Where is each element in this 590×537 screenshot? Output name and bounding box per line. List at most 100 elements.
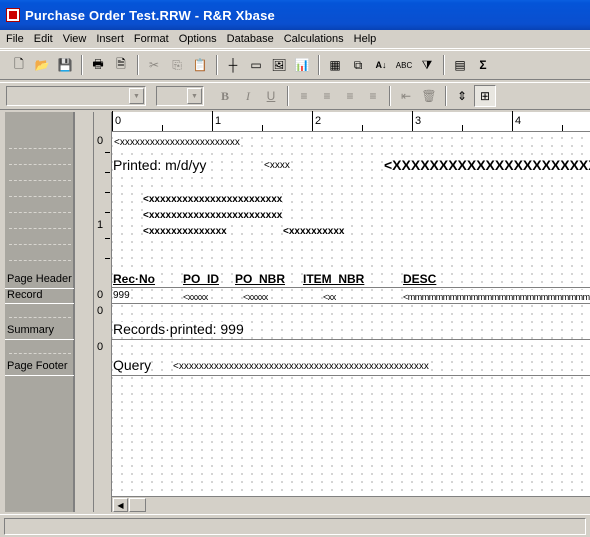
italic-icon[interactable]: I bbox=[237, 85, 259, 107]
print-icon[interactable]: 🖶 bbox=[87, 54, 109, 76]
justify-icon[interactable]: ≡ bbox=[362, 85, 384, 107]
delete-icon[interactable]: 🗑 bbox=[418, 85, 440, 107]
standard-toolbar: 🗋 📂 💾 🖶 🗎 ✂ ⎘ 📋 ┼ ▭ 🖼 📊 ▦ ⧉ A↓ ABC ⧩ ▤ Σ bbox=[0, 50, 590, 80]
relations-icon[interactable]: ⧉ bbox=[347, 54, 369, 76]
band-label-page-footer[interactable]: Page Footer bbox=[7, 360, 68, 372]
ruler-tick bbox=[162, 125, 163, 131]
menu-options[interactable]: Options bbox=[174, 31, 222, 48]
band-divider bbox=[9, 228, 71, 229]
title-field[interactable]: <xxxxxxxxxxxxxxxxxxxxxxxx bbox=[114, 136, 240, 150]
chart-icon[interactable]: 📊 bbox=[291, 54, 313, 76]
font-name-combo[interactable]: ▼ bbox=[6, 86, 146, 106]
scroll-thumb[interactable] bbox=[129, 498, 146, 512]
menu-edit[interactable]: Edit bbox=[29, 31, 58, 48]
vruler-tick bbox=[105, 212, 110, 213]
printed-date-field[interactable]: Printed: m/d/yy bbox=[113, 158, 207, 172]
header-po-nbr[interactable]: PO_NBR bbox=[235, 272, 286, 286]
chevron-down-icon[interactable]: ▼ bbox=[187, 88, 202, 104]
menu-insert[interactable]: Insert bbox=[91, 31, 129, 48]
ruler-number: 3 bbox=[415, 115, 422, 127]
address-line-1-field[interactable]: <xxxxxxxxxxxxxxxxxxxxxxxx bbox=[143, 193, 283, 207]
font-size-combo[interactable]: ▼ bbox=[156, 86, 204, 106]
ruler-tick bbox=[112, 111, 113, 131]
printed-time-field[interactable]: <xxxx bbox=[264, 159, 290, 173]
box-tool-icon[interactable]: ▭ bbox=[245, 54, 267, 76]
ruler-number: 1 bbox=[215, 115, 222, 127]
vruler-number: 0 bbox=[97, 341, 104, 353]
query-label[interactable]: Query bbox=[113, 358, 152, 372]
filter-icon[interactable]: ⧩ bbox=[416, 54, 438, 76]
menu-file[interactable]: File bbox=[0, 31, 29, 48]
new-icon[interactable]: 🗋 bbox=[8, 54, 30, 76]
summary-records-printed-field[interactable]: Records·printed: 999 bbox=[113, 322, 244, 336]
picture-icon[interactable]: 🖼 bbox=[268, 54, 290, 76]
copy-icon[interactable]: ⎘ bbox=[166, 54, 188, 76]
grid-icon[interactable]: ⊞ bbox=[474, 85, 496, 107]
toolbar-separator bbox=[318, 55, 320, 75]
app-icon[interactable] bbox=[6, 8, 20, 22]
band-divider bbox=[9, 196, 71, 197]
vruler-tick bbox=[105, 152, 110, 153]
band-panel: Page Header Record Summary Page Footer bbox=[5, 112, 74, 512]
scroll-left-icon[interactable]: ◀ bbox=[113, 498, 128, 512]
indent-icon[interactable]: ⇤ bbox=[395, 85, 417, 107]
ruler-tick bbox=[412, 111, 413, 131]
header-item-nbr[interactable]: ITEM_NBR bbox=[303, 272, 365, 286]
ruler-tick bbox=[312, 111, 313, 131]
menu-view[interactable]: View bbox=[58, 31, 92, 48]
sort-icon[interactable]: A↓ bbox=[370, 54, 392, 76]
record-desc-field[interactable]: <mmmmmmmmmmmmmmmmmmmmmmmmmm bbox=[403, 290, 590, 304]
record-po-nbr-field[interactable]: <xxxxx bbox=[243, 290, 268, 304]
line-tool-icon[interactable]: ┼ bbox=[222, 54, 244, 76]
band-divider bbox=[9, 164, 71, 165]
table-icon[interactable]: ▦ bbox=[324, 54, 346, 76]
align-center-icon[interactable]: ≡ bbox=[316, 85, 338, 107]
band-separator bbox=[5, 375, 74, 376]
band-boundary-record bbox=[112, 303, 590, 304]
save-icon[interactable]: 💾 bbox=[54, 54, 76, 76]
band-label-record[interactable]: Record bbox=[7, 289, 42, 301]
band-boundary-footer bbox=[112, 375, 590, 376]
horizontal-scrollbar[interactable]: ◀ bbox=[112, 496, 590, 512]
menu-calculations[interactable]: Calculations bbox=[279, 31, 349, 48]
bold-icon[interactable]: B bbox=[214, 85, 236, 107]
vruler-tick bbox=[105, 238, 110, 239]
record-po-id-field[interactable]: <xxxxx bbox=[183, 290, 208, 304]
toolbar-separator bbox=[443, 55, 445, 75]
query-field[interactable]: <xxxxxxxxxxxxxxxxxxxxxxxxxxxxxxxxxxxxxxx… bbox=[173, 360, 429, 374]
paste-icon[interactable]: 📋 bbox=[189, 54, 211, 76]
ruler-number: 2 bbox=[315, 115, 322, 127]
underline-icon[interactable]: U bbox=[260, 85, 282, 107]
print-preview-icon[interactable]: 🗎 bbox=[110, 54, 132, 76]
address-line-2-field[interactable]: <xxxxxxxxxxxxxxxxxxxxxxxx bbox=[143, 209, 283, 223]
company-name-field[interactable]: <XXXXXXXXXXXXXXXXXXXXXXXXXXXX bbox=[384, 158, 590, 172]
align-right-icon[interactable]: ≡ bbox=[339, 85, 361, 107]
ruler-number: 4 bbox=[515, 115, 522, 127]
chevron-down-icon[interactable]: ▼ bbox=[129, 88, 144, 104]
ruler-tick bbox=[462, 125, 463, 131]
sum-icon[interactable]: Σ bbox=[472, 54, 494, 76]
menu-database[interactable]: Database bbox=[222, 31, 279, 48]
record-item-nbr-field[interactable]: <xx bbox=[323, 290, 336, 304]
ruler-tick bbox=[262, 125, 263, 131]
address-line-3b-field[interactable]: <xxxxxxxxxx bbox=[283, 225, 345, 239]
report-canvas[interactable]: <xxxxxxxxxxxxxxxxxxxxxxxx Printed: m/d/y… bbox=[112, 132, 590, 496]
open-icon[interactable]: 📂 bbox=[31, 54, 53, 76]
band-separator bbox=[5, 339, 74, 340]
header-po-id[interactable]: PO_ID bbox=[183, 272, 220, 286]
menu-help[interactable]: Help bbox=[349, 31, 382, 48]
toolbar-separator bbox=[389, 86, 391, 106]
line-height-icon[interactable]: ⇕ bbox=[451, 85, 473, 107]
header-recno[interactable]: Rec·No bbox=[113, 272, 156, 286]
cut-icon[interactable]: ✂ bbox=[143, 54, 165, 76]
vertical-ruler: 0 1 0 0 0 bbox=[94, 112, 112, 512]
menu-format[interactable]: Format bbox=[129, 31, 174, 48]
header-desc[interactable]: DESC bbox=[403, 272, 437, 286]
band-label-page-header[interactable]: Page Header bbox=[7, 273, 72, 285]
align-left-icon[interactable]: ≡ bbox=[293, 85, 315, 107]
abc-icon[interactable]: ABC bbox=[393, 54, 415, 76]
calculator-icon[interactable]: ▤ bbox=[449, 54, 471, 76]
record-recno-field[interactable]: 999 bbox=[113, 289, 130, 303]
band-label-summary[interactable]: Summary bbox=[7, 324, 54, 336]
address-line-3a-field[interactable]: <xxxxxxxxxxxxxx bbox=[143, 225, 227, 239]
